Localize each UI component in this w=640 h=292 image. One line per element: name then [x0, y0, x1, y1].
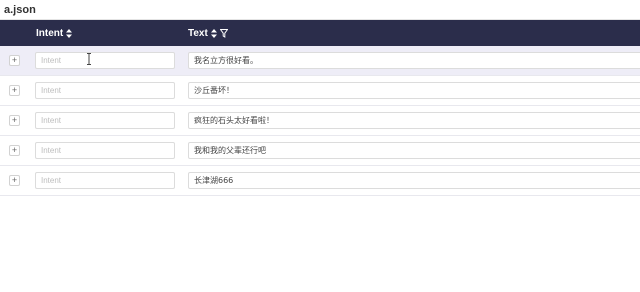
table-body: + Intent 我名立方很好看。 + Intent 沙丘番坏！ + Inten… [0, 46, 640, 196]
intent-input[interactable]: Intent [35, 142, 175, 159]
text-input[interactable]: 疯狂的石头太好看啦！ [188, 112, 640, 129]
intent-input[interactable]: Intent [35, 52, 175, 69]
text-cursor-icon [87, 53, 91, 65]
text-input[interactable]: 沙丘番坏！ [188, 82, 640, 99]
intent-column-header[interactable]: Intent [36, 27, 73, 39]
table-row[interactable]: + Intent 疯狂的石头太好看啦！ [0, 106, 640, 136]
expand-button[interactable]: + [9, 55, 20, 66]
intent-input[interactable]: Intent [35, 112, 175, 129]
table-row[interactable]: + Intent 长津湖666 [0, 166, 640, 196]
text-input[interactable]: 长津湖666 [188, 172, 640, 189]
expand-button[interactable]: + [9, 85, 20, 96]
text-input[interactable]: 我和我的父辈还行吧 [188, 142, 640, 159]
filter-icon[interactable] [219, 28, 228, 38]
text-column-label: Text [188, 27, 208, 39]
sort-icon[interactable] [210, 28, 217, 38]
expand-button[interactable]: + [9, 115, 20, 126]
text-column-header[interactable]: Text [188, 28, 228, 39]
sort-icon[interactable] [66, 28, 73, 38]
text-input[interactable]: 我名立方很好看。 [188, 52, 640, 69]
expand-button[interactable]: + [9, 175, 20, 186]
expand-button[interactable]: + [9, 145, 20, 156]
intent-column-label: Intent [36, 27, 64, 39]
table-row[interactable]: + Intent 我和我的父辈还行吧 [0, 136, 640, 166]
window-title: a.json [0, 0, 640, 20]
table-row[interactable]: + Intent 沙丘番坏！ [0, 76, 640, 106]
intent-input[interactable]: Intent [35, 172, 175, 189]
intent-input[interactable]: Intent [35, 82, 175, 99]
table-row[interactable]: + Intent 我名立方很好看。 [0, 46, 640, 76]
table-header: Intent Text [0, 20, 640, 46]
